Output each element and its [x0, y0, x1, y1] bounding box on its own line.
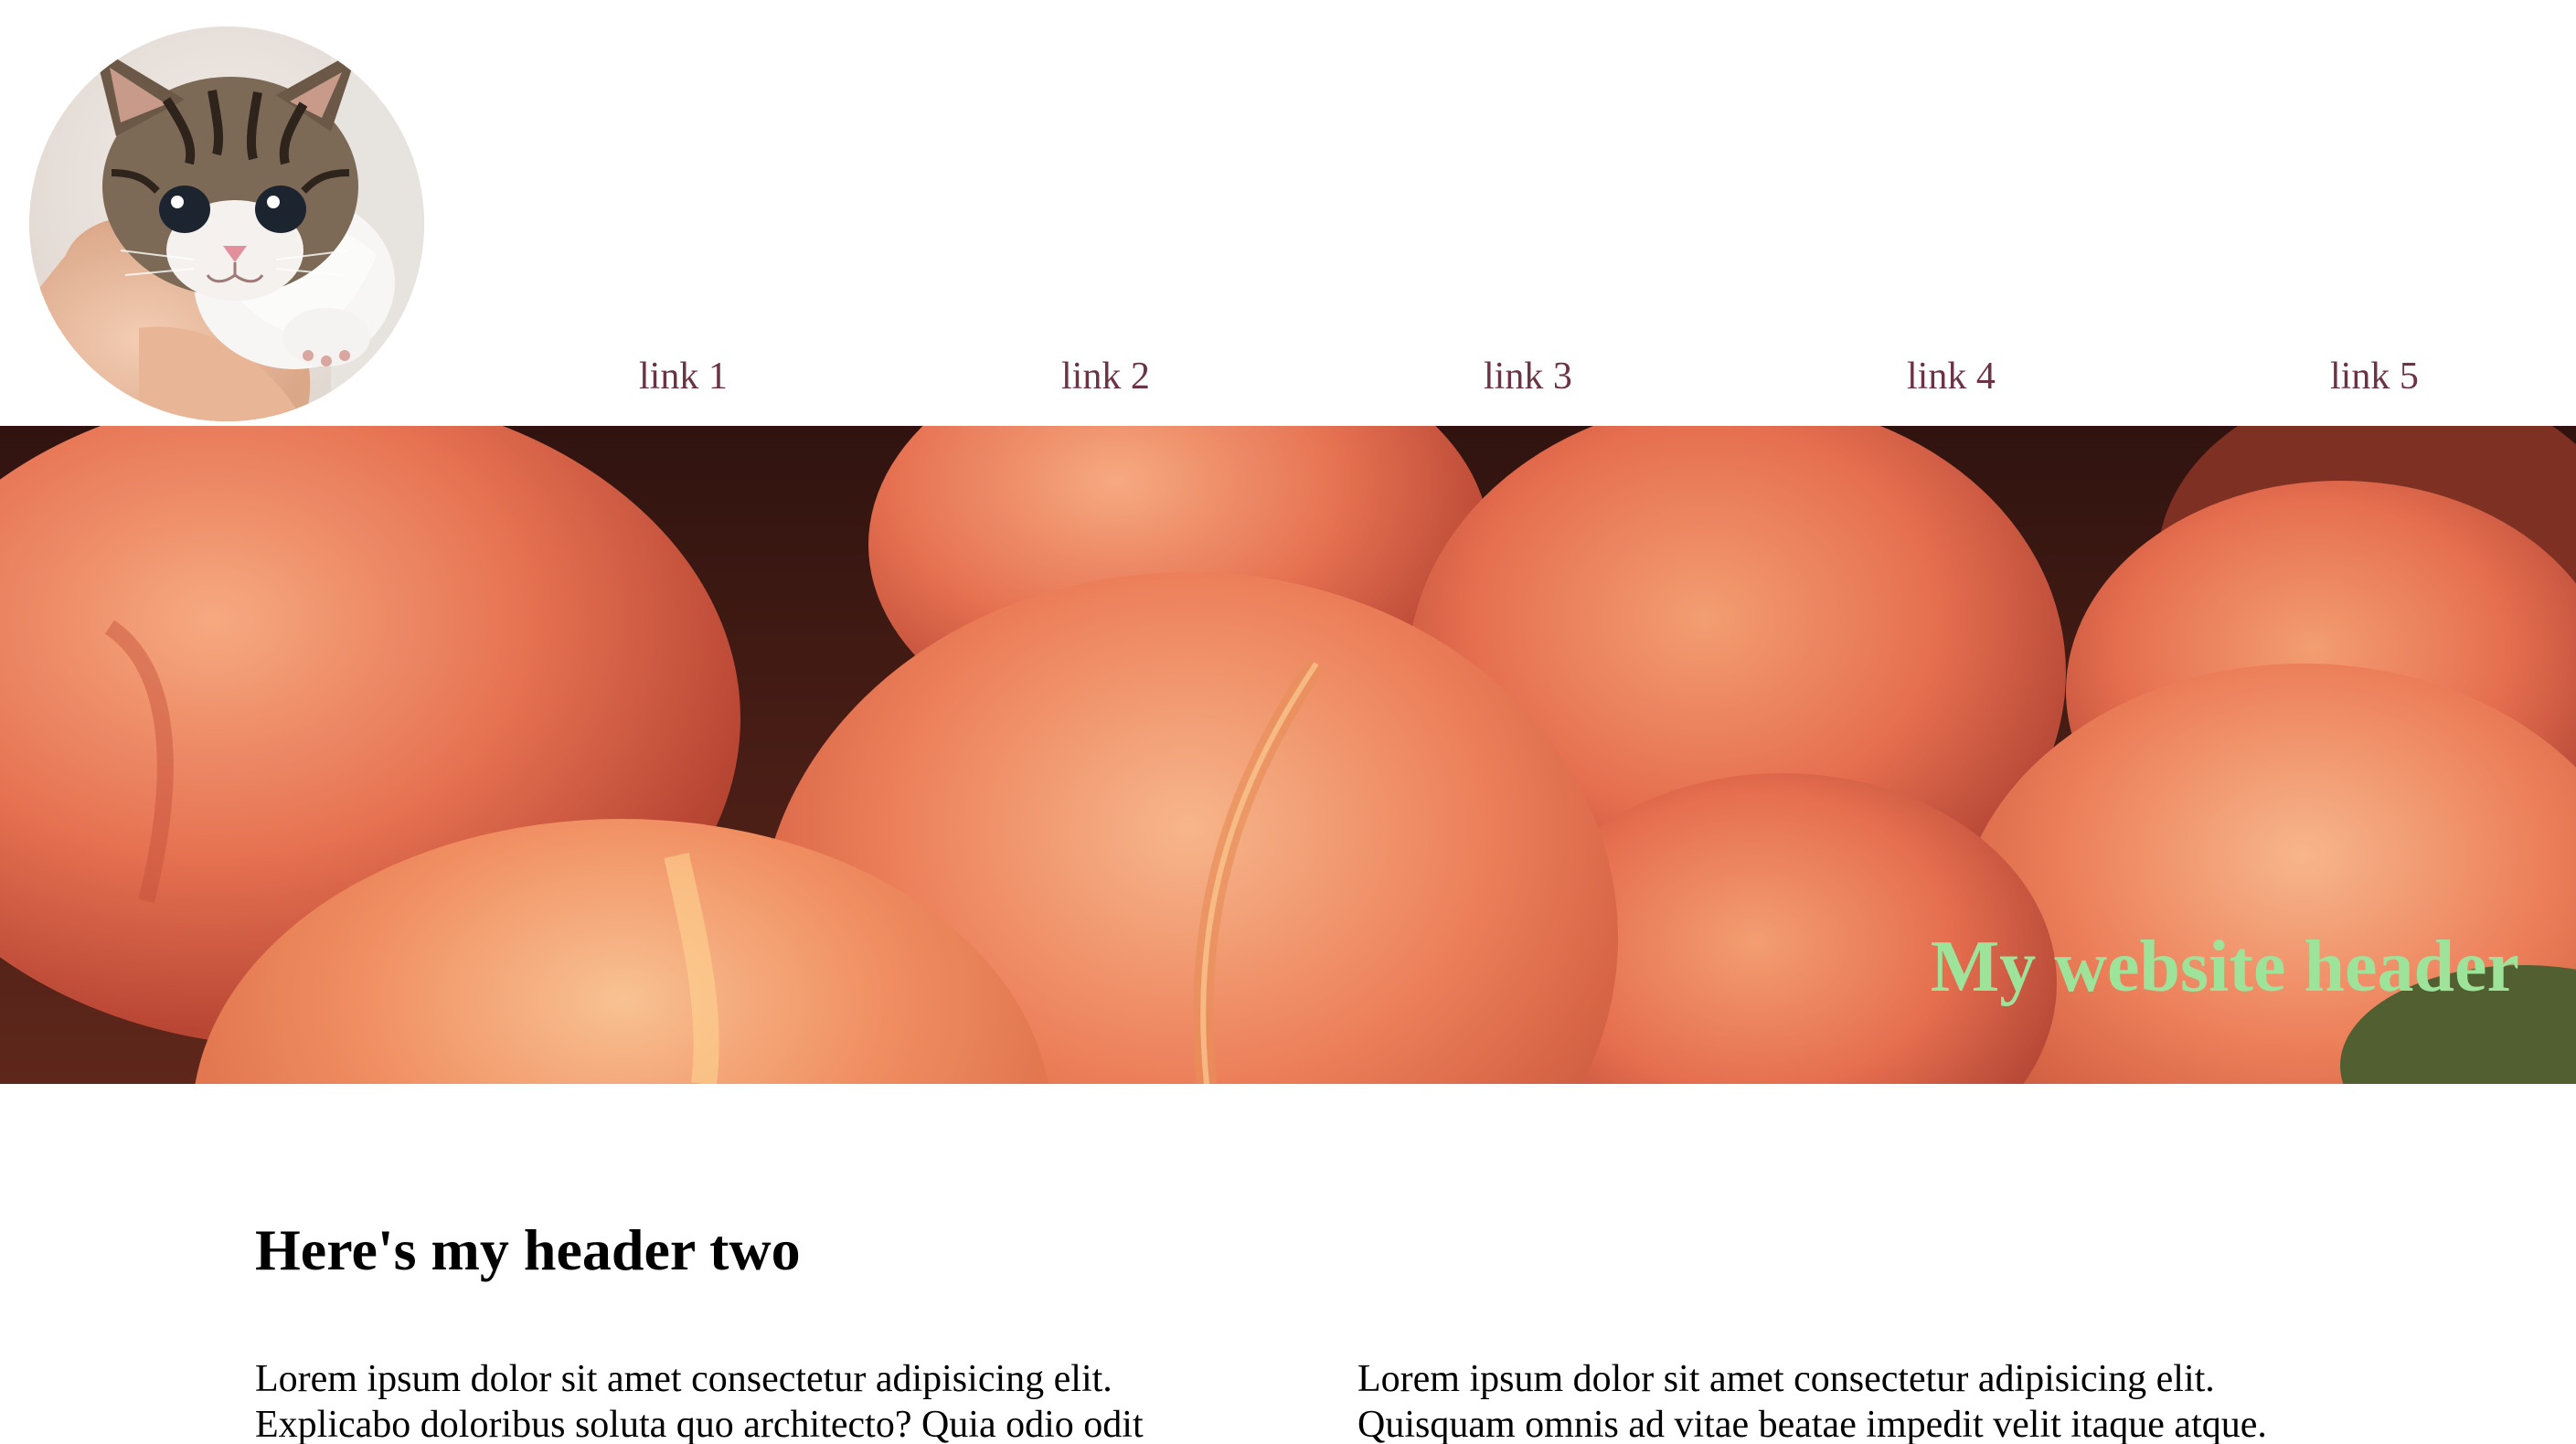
section-heading: Here's my header two — [255, 1217, 801, 1282]
text-column-right: Lorem ipsum dolor sit amet consectetur a… — [1357, 1356, 2409, 1444]
hero-banner: My website header — [0, 426, 2576, 1084]
nav-link-1[interactable]: link 1 — [639, 349, 728, 404]
nav-link-4[interactable]: link 4 — [1907, 349, 1996, 404]
text-line: Lorem ipsum dolor sit amet consectetur a… — [255, 1358, 1112, 1400]
nav-link-5[interactable]: link 5 — [2330, 349, 2419, 404]
hero-title: My website header — [1930, 927, 2519, 1007]
nav-link-2[interactable]: link 2 — [1061, 349, 1150, 404]
text-column-left: Lorem ipsum dolor sit amet consectetur a… — [255, 1356, 1306, 1444]
text-line: Lorem ipsum dolor sit amet consectetur a… — [1357, 1358, 2215, 1400]
text-line: Explicabo doloribus soluta quo architect… — [255, 1404, 1144, 1444]
main-nav: link 1 link 2 link 3 link 4 link 5 — [0, 349, 2576, 404]
page: link 1 link 2 link 3 link 4 link 5 My we… — [0, 0, 2576, 1444]
nav-link-3[interactable]: link 3 — [1484, 349, 1572, 404]
text-line: Quisquam omnis ad vitae beatae impedit v… — [1357, 1404, 2267, 1444]
